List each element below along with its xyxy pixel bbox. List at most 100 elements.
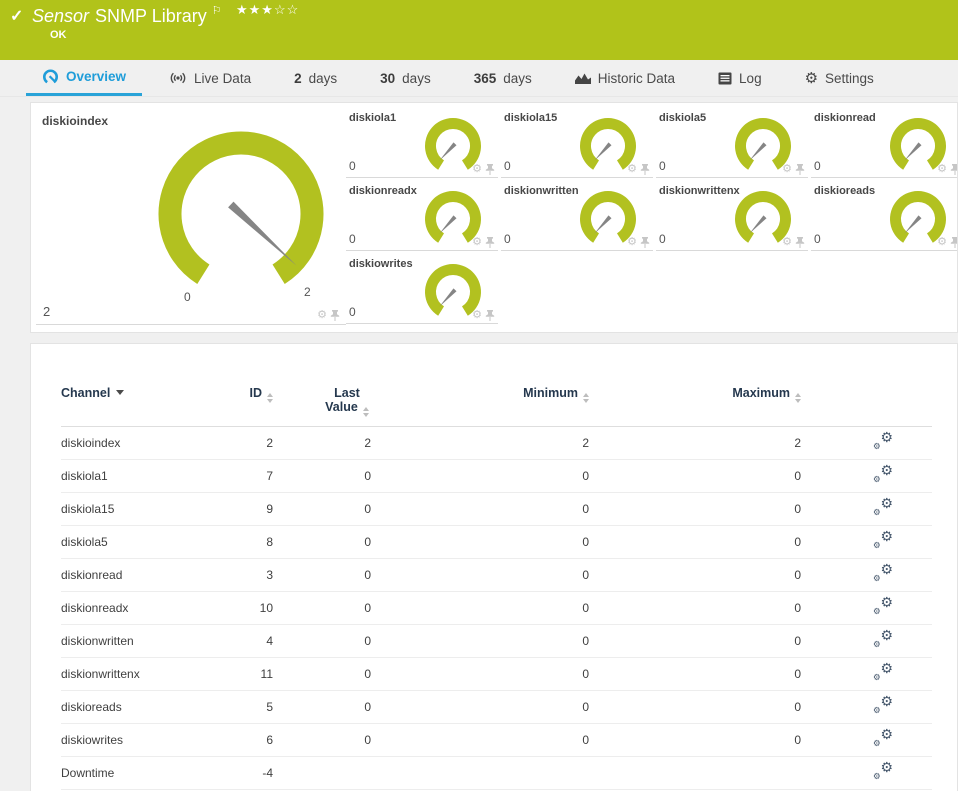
gear-icon[interactable]: ⚙ [782, 237, 792, 248]
gauge-value: 0 [504, 159, 511, 173]
gear-icon[interactable]: ⚙ [782, 164, 792, 175]
channel-settings-icon[interactable]: ⚙ ⚙ [873, 628, 893, 649]
channel-name[interactable]: diskiowrites [61, 733, 201, 747]
channel-settings-icon[interactable]: ⚙ ⚙ [873, 760, 893, 781]
channel-settings-icon[interactable]: ⚙ ⚙ [873, 529, 893, 550]
channel-settings-icon[interactable]: ⚙ ⚙ [873, 727, 893, 748]
gauge-tile-diskiowrites[interactable]: diskiowrites 0 ⚙ [346, 254, 498, 324]
col-header-last-value[interactable]: Last Value [273, 386, 371, 417]
table-row[interactable]: diskionwritten 4 0 0 0 ⚙ ⚙ [61, 625, 932, 658]
area-chart-icon [574, 73, 591, 84]
gauge-tile-diskiola5[interactable]: diskiola5 0 ⚙ [656, 108, 808, 178]
gauge-tile-diskioindex[interactable]: diskioindex 0 2 2 ⚙ [36, 108, 346, 325]
gear-icon[interactable]: ⚙ [937, 164, 947, 175]
channel-settings-icon[interactable]: ⚙ ⚙ [873, 463, 893, 484]
channel-minimum: 0 [582, 667, 589, 681]
channel-maximum: 0 [794, 535, 801, 549]
channel-id: 7 [266, 469, 273, 483]
channel-settings-icon[interactable]: ⚙ ⚙ [873, 661, 893, 682]
col-header-id[interactable]: ID [201, 386, 273, 403]
col-header-minimum[interactable]: Minimum [371, 386, 589, 403]
channel-name[interactable]: diskiola5 [61, 535, 201, 549]
flag-icon[interactable]: ⚐ [212, 5, 222, 17]
tab-number: 365 [473, 70, 497, 86]
tab-label: Log [739, 70, 762, 86]
table-row[interactable]: diskiola1 7 0 0 0 ⚙ ⚙ [61, 460, 932, 493]
table-row[interactable]: diskionread 3 0 0 0 ⚙ ⚙ [61, 559, 932, 592]
table-row[interactable]: diskioreads 5 0 0 0 ⚙ ⚙ [61, 691, 932, 724]
channel-id: 3 [266, 568, 273, 582]
col-header-channel[interactable]: Channel [61, 386, 201, 400]
gear-icon[interactable]: ⚙ [472, 164, 482, 175]
pin-icon[interactable] [795, 237, 805, 248]
channel-maximum: 0 [794, 667, 801, 681]
gauge-tile-diskiola1[interactable]: diskiola1 0 ⚙ [346, 108, 498, 178]
table-row[interactable]: diskionwrittenx 11 0 0 0 ⚙ ⚙ [61, 658, 932, 691]
channel-name[interactable]: diskiola15 [61, 502, 201, 516]
gear-icon[interactable]: ⚙ [317, 310, 327, 321]
table-row[interactable]: diskioindex 2 2 2 2 ⚙ ⚙ [61, 427, 932, 460]
channel-name[interactable]: diskiola1 [61, 469, 201, 483]
gear-icon[interactable]: ⚙ [472, 237, 482, 248]
gauge-tile-diskionwrittenx[interactable]: diskionwrittenx 0 ⚙ [656, 181, 808, 251]
gauge-tile-diskionwritten[interactable]: diskionwritten 0 ⚙ [501, 181, 653, 251]
channel-minimum: 0 [582, 568, 589, 582]
pin-icon[interactable] [640, 237, 650, 248]
gauge-tile-diskiola15[interactable]: diskiola15 0 ⚙ [501, 108, 653, 178]
tab-label: days [503, 70, 532, 86]
gauge-scale-min: 0 [184, 290, 191, 304]
gauge-chart [158, 131, 324, 284]
channel-maximum: 0 [794, 700, 801, 714]
channel-settings-icon[interactable]: ⚙ ⚙ [873, 562, 893, 583]
channel-name[interactable]: diskionread [61, 568, 201, 582]
table-row[interactable]: diskiola5 8 0 0 0 ⚙ ⚙ [61, 526, 932, 559]
table-row[interactable]: diskiowrites 6 0 0 0 ⚙ ⚙ [61, 724, 932, 757]
channel-name[interactable]: diskioindex [61, 436, 201, 450]
tab-label: days [402, 70, 431, 86]
gauge-tile-diskionreadx[interactable]: diskionreadx 0 ⚙ [346, 181, 498, 251]
pin-icon[interactable] [795, 164, 805, 175]
gear-icon[interactable]: ⚙ [472, 310, 482, 321]
table-row[interactable]: diskiola15 9 0 0 0 ⚙ ⚙ [61, 493, 932, 526]
table-row[interactable]: diskionreadx 10 0 0 0 ⚙ ⚙ [61, 592, 932, 625]
pin-icon[interactable] [485, 237, 495, 248]
channel-name[interactable]: Downtime [61, 766, 201, 780]
pin-icon[interactable] [950, 237, 958, 248]
tab-label: Live Data [194, 70, 252, 86]
channel-name[interactable]: diskionwritten [61, 634, 201, 648]
pin-icon[interactable] [485, 164, 495, 175]
channel-last-value: 0 [364, 469, 371, 483]
tab-historic-data[interactable]: Historic Data [559, 60, 691, 96]
tab-overview[interactable]: Overview [26, 60, 143, 96]
sensor-type-label: Sensor [32, 6, 90, 26]
tab-30-days[interactable]: 30 days [364, 60, 447, 96]
pin-icon[interactable] [950, 164, 958, 175]
gear-icon[interactable]: ⚙ [937, 237, 947, 248]
sensor-name: SNMP Library [95, 6, 207, 26]
tab-log[interactable]: Log [702, 60, 778, 96]
channel-name[interactable]: diskionwrittenx [61, 667, 201, 681]
channel-settings-icon[interactable]: ⚙ ⚙ [873, 496, 893, 517]
gear-icon[interactable]: ⚙ [627, 164, 637, 175]
gauge-tile-diskionread[interactable]: diskionread 0 ⚙ [811, 108, 958, 178]
gauge-value: 0 [349, 305, 356, 319]
tab-label: days [308, 70, 338, 86]
priority-stars[interactable]: ★★★☆☆ [236, 2, 299, 18]
channel-name[interactable]: diskionreadx [61, 601, 201, 615]
tab-live-data[interactable]: Live Data [153, 60, 267, 96]
live-data-icon [170, 72, 186, 84]
pin-icon[interactable] [485, 310, 495, 321]
tab-365-days[interactable]: 365 days [458, 60, 548, 96]
tab-2-days[interactable]: 2 days [278, 60, 353, 96]
col-header-maximum[interactable]: Maximum [589, 386, 801, 403]
gauge-tile-diskioreads[interactable]: diskioreads 0 ⚙ [811, 181, 958, 251]
channel-settings-icon[interactable]: ⚙ ⚙ [873, 430, 893, 451]
tab-settings[interactable]: ⚙ Settings [789, 60, 890, 96]
channel-settings-icon[interactable]: ⚙ ⚙ [873, 595, 893, 616]
gear-icon[interactable]: ⚙ [627, 237, 637, 248]
table-row[interactable]: Downtime -4 ⚙ ⚙ [61, 757, 932, 790]
pin-icon[interactable] [330, 310, 340, 321]
channel-settings-icon[interactable]: ⚙ ⚙ [873, 694, 893, 715]
channel-name[interactable]: diskioreads [61, 700, 201, 714]
pin-icon[interactable] [640, 164, 650, 175]
